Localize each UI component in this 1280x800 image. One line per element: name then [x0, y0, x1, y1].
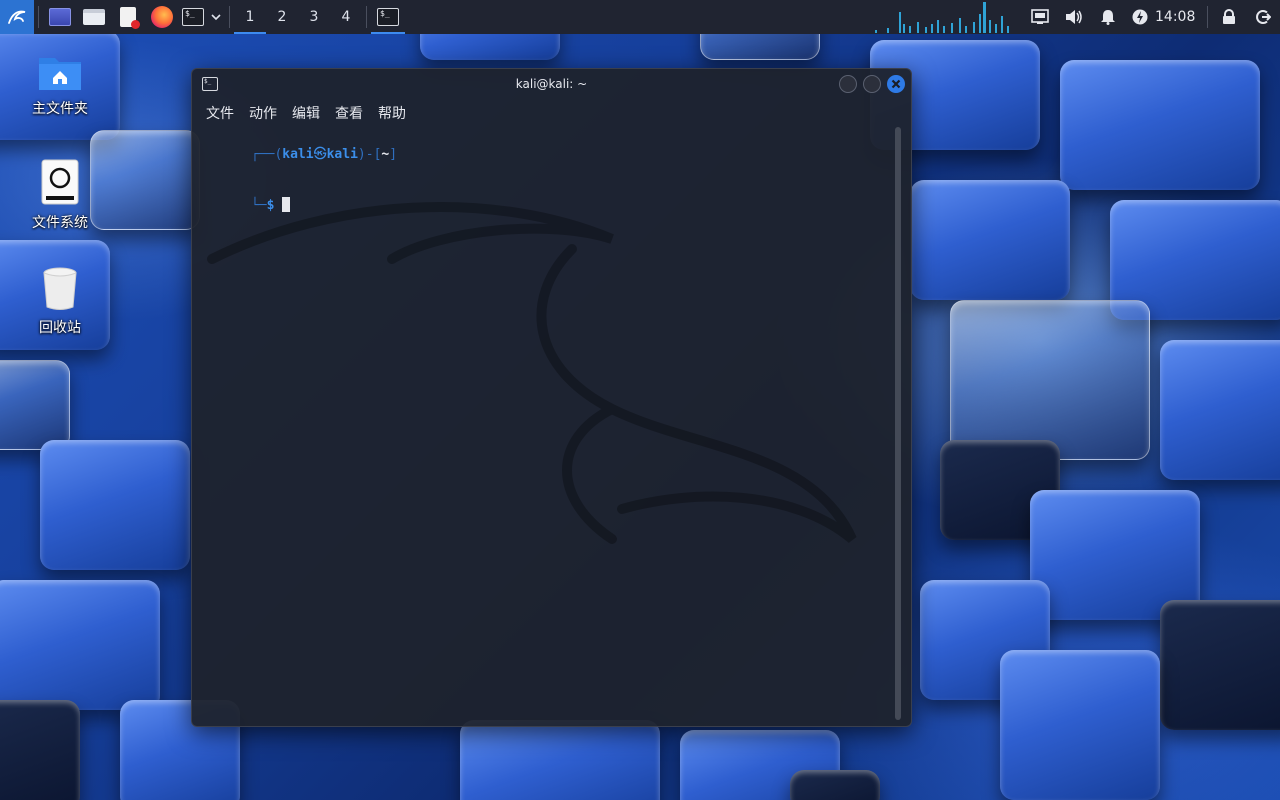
- wallpaper-cube: [950, 300, 1150, 460]
- wallpaper-cube: [910, 180, 1070, 300]
- prompt-user: kali: [282, 147, 314, 162]
- prompt-box-bottom: └─: [250, 198, 267, 213]
- window-title: kali@kali: ~: [515, 77, 588, 91]
- launcher-dropdown-button[interactable]: [207, 0, 225, 34]
- prompt-line-2: └─$: [204, 180, 899, 231]
- terminal-scrollbar[interactable]: [895, 127, 901, 720]
- text-editor-icon: [120, 7, 140, 29]
- logout-icon: [1256, 10, 1271, 24]
- menu-help[interactable]: 帮助: [378, 103, 406, 123]
- lock-icon: [1223, 9, 1235, 24]
- wallpaper-cube: [790, 770, 880, 800]
- terminal-launcher-button[interactable]: $_: [179, 0, 207, 34]
- file-manager-button[interactable]: [77, 0, 111, 34]
- desktop-item-trash[interactable]: 回收站: [10, 265, 110, 337]
- workspace-2[interactable]: 2: [266, 0, 298, 34]
- prompt-host: kali: [326, 147, 358, 162]
- lock-screen-button[interactable]: [1212, 0, 1246, 34]
- workspace-label: 4: [341, 9, 351, 25]
- menu-actions[interactable]: 动作: [249, 103, 277, 123]
- kali-menu-button[interactable]: [0, 0, 34, 34]
- show-desktop-button[interactable]: [43, 0, 77, 34]
- close-button[interactable]: [887, 75, 905, 93]
- wallpaper-cube: [1160, 340, 1280, 480]
- terminal-titlebar[interactable]: $_ kali@kali: ~: [192, 69, 911, 99]
- terminal-menubar: 文件 动作 编辑 查看 帮助: [192, 99, 911, 127]
- home-folder-icon: [39, 58, 81, 90]
- terminal-output[interactable]: ┌──(kali㉿kali)-[~] └─$: [192, 127, 911, 726]
- workspace-1[interactable]: 1: [234, 0, 266, 34]
- wallpaper-cube: [1060, 60, 1260, 190]
- maximize-button[interactable]: [863, 75, 881, 93]
- wallpaper-cube: [40, 440, 190, 570]
- menu-view[interactable]: 查看: [335, 103, 363, 123]
- text-editor-button[interactable]: [111, 0, 145, 34]
- logout-button[interactable]: [1246, 0, 1280, 34]
- top-panel: $_ 1 2 3 4 $_ 14:08: [0, 0, 1280, 34]
- network-icon: [1031, 9, 1049, 24]
- wallpaper-cube: [460, 720, 660, 800]
- prompt-box-mid: )-[: [357, 147, 382, 162]
- wallpaper-cube: [0, 580, 160, 710]
- file-manager-icon: [83, 9, 105, 25]
- wallpaper-cube: [1000, 650, 1160, 800]
- text-cursor: [282, 197, 291, 212]
- network-button[interactable]: [1023, 0, 1057, 34]
- workspace-label: 3: [309, 9, 319, 25]
- filesystem-icon: [41, 159, 79, 205]
- firefox-icon: [151, 6, 173, 28]
- notifications-button[interactable]: [1091, 0, 1125, 34]
- prompt-line-1: ┌──(kali㉿kali)-[~]: [204, 129, 899, 180]
- cpu-graph: [873, 0, 1013, 34]
- power-manager-button[interactable]: [1125, 0, 1155, 34]
- trash-icon: [43, 267, 77, 310]
- desktop-item-home[interactable]: 主文件夹: [10, 52, 110, 118]
- firefox-button[interactable]: [145, 0, 179, 34]
- wallpaper-cube: [0, 700, 80, 800]
- kali-menu-icon: [8, 10, 26, 24]
- clock-label: 14:08: [1155, 9, 1196, 25]
- workspace-3[interactable]: 3: [298, 0, 330, 34]
- desktop-item-label: 文件系统: [32, 215, 88, 231]
- prompt-at-symbol: ㉿: [313, 147, 327, 162]
- prompt-box-right: ]: [389, 147, 398, 162]
- terminal-task-icon: $_: [377, 8, 399, 26]
- terminal-launcher-icon: $_: [182, 8, 204, 26]
- desktop-icon: [49, 8, 71, 26]
- bell-icon: [1101, 10, 1115, 25]
- clock[interactable]: 14:08: [1155, 0, 1203, 34]
- terminal-window[interactable]: $_ kali@kali: ~ 文件 动作 编辑 查看 帮助 ┌──(kali㉿…: [191, 68, 912, 727]
- volume-button[interactable]: [1057, 0, 1091, 34]
- desktop-item-label: 主文件夹: [32, 101, 88, 117]
- wallpaper-cube: [1160, 600, 1280, 730]
- menu-file[interactable]: 文件: [206, 103, 234, 123]
- desktop-item-label: 回收站: [39, 320, 81, 336]
- taskbar-terminal-window[interactable]: $_: [371, 0, 405, 34]
- close-icon: [891, 79, 901, 89]
- workspace-4[interactable]: 4: [330, 0, 362, 34]
- chevron-down-icon: [211, 14, 221, 21]
- power-manager-icon: [1132, 9, 1148, 25]
- desktop-item-filesystem[interactable]: 文件系统: [10, 158, 110, 232]
- volume-icon: [1066, 10, 1082, 24]
- minimize-button[interactable]: [839, 75, 857, 93]
- wallpaper-cube: [0, 360, 70, 450]
- workspace-label: 2: [277, 9, 287, 25]
- prompt-box-left: ┌──(: [250, 147, 283, 162]
- menu-edit[interactable]: 编辑: [292, 103, 320, 123]
- workspace-label: 1: [245, 9, 255, 25]
